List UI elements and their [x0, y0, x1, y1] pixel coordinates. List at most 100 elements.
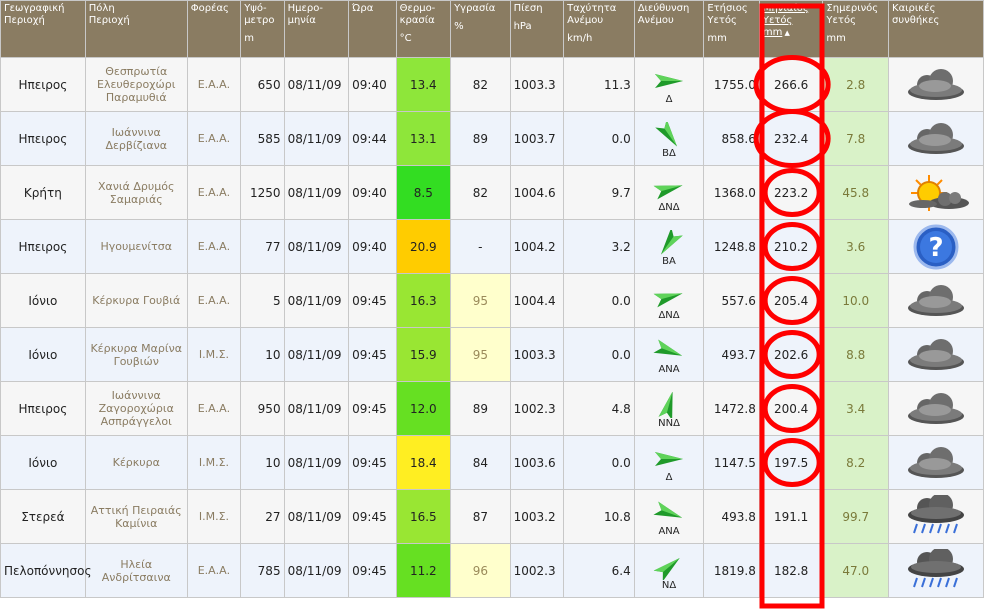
- table-row[interactable]: Ηπειρος Ιωάννινα Δερβίζιανα Ε.Α.Α. 585 08/11/…: [1, 112, 983, 165]
- cell-wind-speed: 0.0: [564, 328, 634, 381]
- table-row[interactable]: Πελοπόννησος Ηλεία Ανδρίτσαινα Ε.Α.Α. 785 08/…: [1, 544, 983, 597]
- cell-today-rain: 7.8: [823, 112, 889, 165]
- column-header[interactable]: Διεύθυνση Ανέμου: [634, 1, 704, 57]
- column-header[interactable]: Ημερο-μηνία: [284, 1, 349, 57]
- cell-agency: Ε.Α.Α.: [187, 112, 241, 165]
- cloud-icon: [908, 284, 964, 316]
- column-header[interactable]: Θερμο-κρασία °C: [396, 1, 451, 57]
- column-header[interactable]: Πόλη Περιοχή: [85, 1, 187, 57]
- cell-altitude: 77: [241, 220, 284, 273]
- column-header[interactable]: Υγρασία%: [451, 1, 510, 57]
- table-row[interactable]: Κρήτη Χανιά Δρυμός Σαμαριάς Ε.Α.Α. 1250 08/11…: [1, 166, 983, 219]
- column-header-line2: Ανέμου: [567, 15, 604, 26]
- table-row[interactable]: Ηπειρος Ιωάννινα Ζαγοροχώρια Ασπράγγελοι Ε.Α…: [1, 382, 983, 435]
- cell-temperature: 11.2: [396, 544, 451, 597]
- cell-region: Ηπειρος: [1, 112, 85, 165]
- cell-humidity: 95: [451, 274, 510, 327]
- cell-today-rain: 3.4: [823, 382, 889, 435]
- column-header[interactable]: Ταχύτητα Ανέμου km/h: [564, 1, 634, 57]
- cell-agency: Ε.Α.Α.: [187, 382, 241, 435]
- table-row[interactable]: Ηπειρος Ηγουμενίτσα Ε.Α.Α. 77 08/11/09 09:40 2…: [1, 220, 983, 273]
- column-header-unit: mm: [762, 27, 783, 38]
- wind-direction-arrow-icon: [653, 185, 683, 200]
- table-row[interactable]: Στερεά Αττική Πειραιάς Καμίνια Ι.Μ.Σ. 27 08/1…: [1, 490, 983, 543]
- table-row[interactable]: Ιόνιο Κέρκυρα Μαρίνα Γουβιών Ι.Μ.Σ. 10 08/11/…: [1, 328, 983, 381]
- cell-altitude: 5: [241, 274, 284, 327]
- cell-pressure: 1002.3: [510, 382, 564, 435]
- weather-table: Γεωγραφική Περιοχή Πόλη Περιοχή Φορέας Υψό-με…: [0, 0, 984, 598]
- cell-wind-direction: Δ: [634, 58, 704, 111]
- column-header-line2: κρασία: [399, 15, 435, 26]
- wind-direction-label: ΒΔ: [662, 148, 676, 159]
- cell-temperature: 13.1: [396, 112, 451, 165]
- wind-direction-label: Δ: [665, 94, 673, 105]
- wind-direction-label: ΔΝΔ: [658, 310, 680, 321]
- column-header[interactable]: Μηνιαίος Υετός mm ▲: [759, 1, 823, 57]
- cell-altitude: 10: [241, 436, 284, 489]
- cloud-icon: [908, 122, 964, 154]
- cell-region: Ιόνιο: [1, 328, 85, 381]
- cell-today-rain: 8.8: [823, 328, 889, 381]
- cell-region: Ιόνιο: [1, 436, 85, 489]
- cell-weather: ?: [889, 220, 983, 273]
- cell-time: 09:45: [349, 382, 396, 435]
- column-header-line1: Ταχύτητα: [567, 3, 617, 14]
- cell-time: 09:45: [349, 490, 396, 543]
- cell-monthly-rain: 202.6: [759, 328, 823, 381]
- cell-wind-speed: 0.0: [564, 274, 634, 327]
- column-header-unit: mm: [826, 33, 846, 44]
- table-row[interactable]: Ιόνιο Κέρκυρα Ι.Μ.Σ. 10 08/11/09 09:45 18.4 84 1…: [1, 436, 983, 489]
- cell-temperature: 13.4: [396, 58, 451, 111]
- wind-direction-arrow-icon: [658, 392, 673, 418]
- cell-pressure: 1003.3: [510, 328, 564, 381]
- cell-time: 09:45: [349, 544, 396, 597]
- cell-city: Ιωάννινα Δερβίζιανα: [85, 112, 187, 165]
- cell-humidity: 84: [451, 436, 510, 489]
- cloud-icon: [908, 392, 964, 424]
- cell-humidity: 82: [451, 166, 510, 219]
- cell-altitude: 27: [241, 490, 284, 543]
- column-header[interactable]: Υψό-μετρο m: [241, 1, 284, 57]
- column-header[interactable]: Ώρα: [349, 1, 396, 57]
- cell-altitude: 785: [241, 544, 284, 597]
- cell-temperature: 15.9: [396, 328, 451, 381]
- column-header[interactable]: Καιρικές συνθήκες: [889, 1, 983, 57]
- cell-monthly-rain: 200.4: [759, 382, 823, 435]
- sort-arrow-icon: ▲: [782, 29, 790, 37]
- wind-direction-label: Δ: [665, 472, 673, 483]
- cell-pressure: 1004.6: [510, 166, 564, 219]
- column-header-line2: συνθήκες: [892, 15, 940, 26]
- column-header-line1: Ημερο-: [287, 3, 323, 14]
- cell-weather: [889, 328, 983, 381]
- column-header[interactable]: Φορέας: [187, 1, 241, 57]
- cell-wind-speed: 0.0: [564, 112, 634, 165]
- cell-region: Ηπειρος: [1, 382, 85, 435]
- cell-time: 09:40: [349, 220, 396, 273]
- cell-annual-rain: 493.7: [704, 328, 759, 381]
- cell-date: 08/11/09: [284, 544, 349, 597]
- cell-date: 08/11/09: [284, 382, 349, 435]
- column-header-line1: Διεύθυνση: [637, 3, 690, 14]
- wind-direction-label: ΝΝΔ: [658, 418, 680, 429]
- column-header-unit: hPa: [513, 21, 532, 32]
- column-header-unit: m: [244, 33, 254, 44]
- column-header[interactable]: Γεωγραφική Περιοχή: [1, 1, 85, 57]
- table-row[interactable]: Ιόνιο Κέρκυρα Γουβιά Ε.Α.Α. 5 08/11/09 09:45 1…: [1, 274, 983, 327]
- cell-today-rain: 3.6: [823, 220, 889, 273]
- column-header-line1: Σημερινός: [826, 3, 879, 14]
- cell-humidity: 82: [451, 58, 510, 111]
- cell-wind-direction: ΔΝΔ: [634, 166, 704, 219]
- cell-today-rain: 8.2: [823, 436, 889, 489]
- cell-wind-speed: 11.3: [564, 58, 634, 111]
- table-row[interactable]: Ηπειρος Θεσπρωτία Ελευθεροχώρι Παραμυθιά Ε.Α…: [1, 58, 983, 111]
- column-header-line1: Μηνιαίος: [762, 3, 809, 14]
- wind-direction-arrow-icon: [653, 558, 680, 580]
- cell-date: 08/11/09: [284, 328, 349, 381]
- wind-direction-arrow-icon: [653, 293, 683, 308]
- column-header[interactable]: Πίεση hPa: [510, 1, 564, 57]
- wind-direction-label: ΝΔ: [661, 580, 677, 591]
- cell-date: 08/11/09: [284, 490, 349, 543]
- column-header[interactable]: Ετήσιος Υετός mm: [704, 1, 759, 57]
- column-header[interactable]: Σημερινός Υετός mm: [823, 1, 889, 57]
- cell-wind-direction: ΑΝΑ: [634, 328, 704, 381]
